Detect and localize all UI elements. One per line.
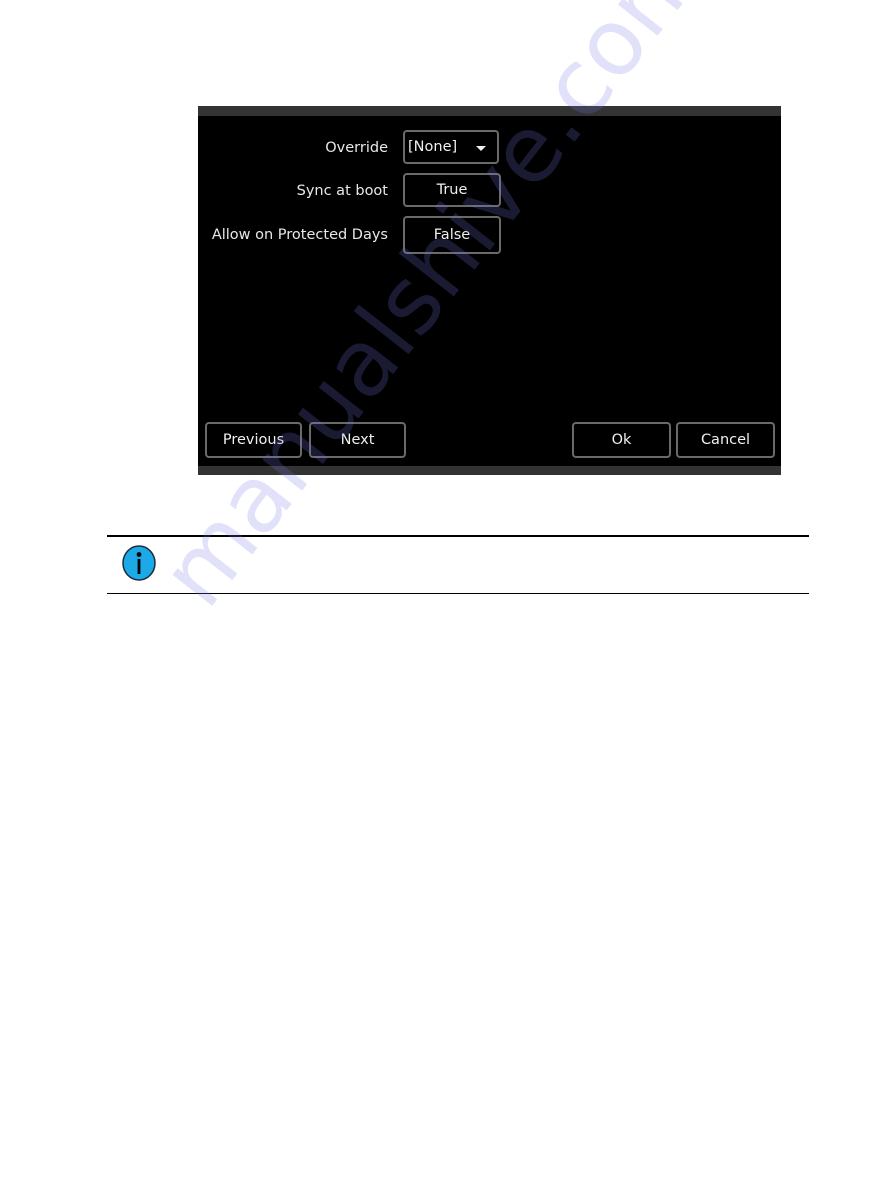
allow-protected-days-toggle[interactable]: False: [403, 216, 501, 254]
chevron-down-icon: [476, 146, 486, 151]
override-label: Override: [325, 140, 388, 156]
bottom-bar: [198, 466, 781, 475]
ok-button[interactable]: Ok: [572, 422, 671, 458]
note-bottom-rule: [107, 593, 809, 594]
info-icon: [122, 545, 156, 581]
override-dropdown[interactable]: [None]: [403, 130, 499, 164]
device-screen: Override [None] Sync at boot True Allow …: [198, 106, 781, 475]
next-button[interactable]: Next: [309, 422, 406, 458]
previous-button[interactable]: Previous: [205, 422, 302, 458]
sync-at-boot-label: Sync at boot: [296, 183, 388, 199]
note-top-rule: [107, 535, 809, 537]
cancel-button[interactable]: Cancel: [676, 422, 775, 458]
override-value: [None]: [408, 139, 458, 155]
sync-at-boot-toggle[interactable]: True: [403, 173, 501, 207]
allow-protected-days-label: Allow on Protected Days: [211, 227, 388, 243]
top-bar: [198, 106, 781, 116]
